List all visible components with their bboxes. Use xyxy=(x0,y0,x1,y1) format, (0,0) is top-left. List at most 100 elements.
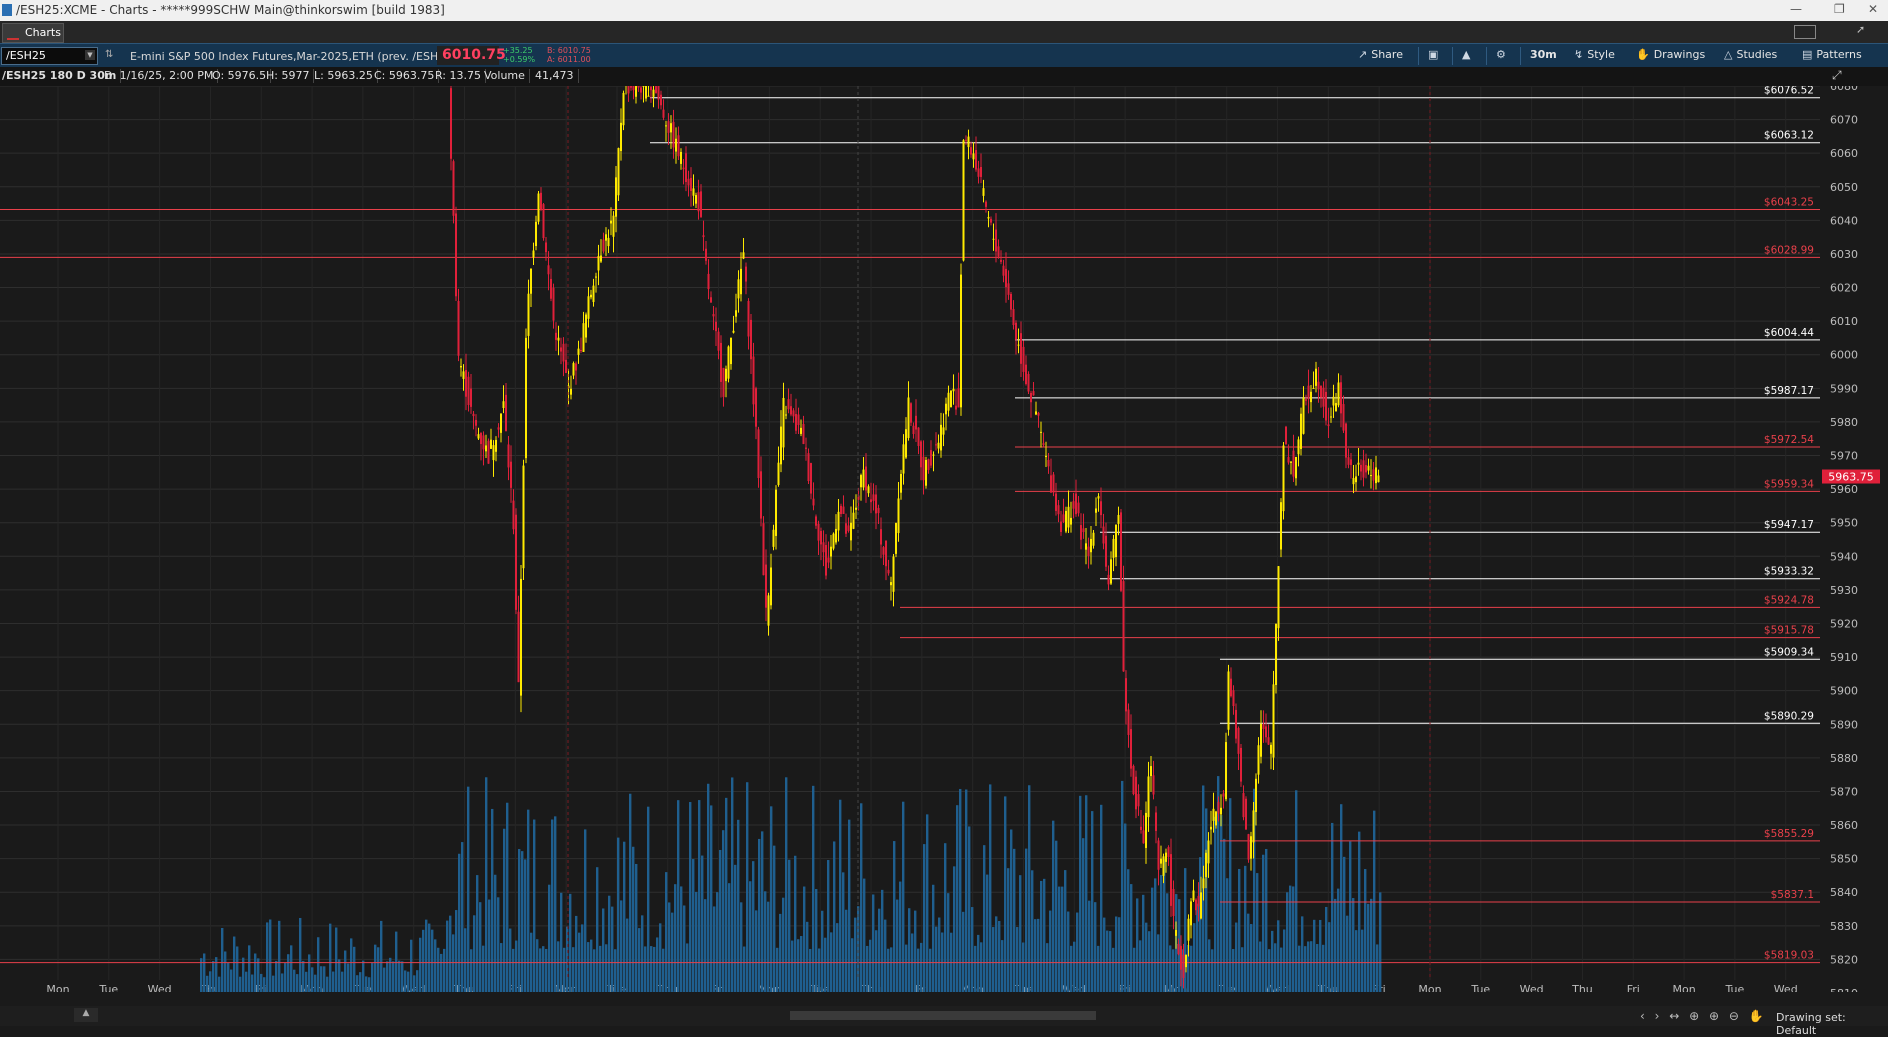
chart-scrollbar[interactable]: ▲ ‹ › ↔ ⊕ ⊕ ⊖ ✋ Drawing set: Default xyxy=(0,1006,1888,1037)
pin-icon[interactable]: ➚ xyxy=(1856,23,1865,36)
candle-body xyxy=(1242,793,1245,818)
volume-bar xyxy=(1262,854,1265,993)
candle-body xyxy=(1355,476,1357,483)
volume-bar xyxy=(428,923,431,993)
candle-body xyxy=(880,529,882,545)
volume-bar xyxy=(1337,888,1340,993)
volume-bar xyxy=(881,889,884,993)
style-button[interactable]: ↯ Style xyxy=(1574,48,1615,64)
collapse-arrow-icon[interactable]: ▲ xyxy=(74,1008,98,1022)
flask-button[interactable]: ▲ xyxy=(1462,48,1474,64)
candle-body xyxy=(892,556,895,592)
patterns-button[interactable]: ▤ Patterns xyxy=(1802,48,1862,64)
candle-body xyxy=(1192,890,1195,901)
candle-body xyxy=(587,296,590,319)
price-level-label: $6043.25 xyxy=(1764,196,1814,208)
maximize-icon[interactable]: ❐ xyxy=(1834,2,1845,16)
volume-bar xyxy=(1190,945,1193,993)
candle-body xyxy=(872,494,875,501)
candle-body xyxy=(1020,333,1022,364)
candle-body xyxy=(1320,385,1322,398)
candle-body xyxy=(1300,413,1302,449)
candle-body xyxy=(592,285,595,303)
volume-bar xyxy=(962,911,965,993)
candle-body xyxy=(982,188,985,196)
chart-canvas[interactable]: 5810 5820 5830 5840 5850 5860 5870 5880 5890 5900… xyxy=(0,62,1888,1000)
symbol-selector[interactable]: /ESH25 ▼ xyxy=(1,47,98,65)
window-layout-icon[interactable] xyxy=(1794,25,1816,39)
studies-button[interactable]: △ Studies xyxy=(1724,48,1777,64)
hand-icon: ✋ xyxy=(1636,48,1650,61)
candle-body xyxy=(895,522,897,554)
volume-bar xyxy=(602,908,605,993)
close-icon[interactable]: ✕ xyxy=(1868,2,1878,16)
volume-bar xyxy=(332,971,335,993)
expand-icon[interactable]: ⤢ xyxy=(1832,68,1842,83)
zoom-controls[interactable]: ‹ › ↔ ⊕ ⊕ ⊖ ✋ xyxy=(1640,1009,1767,1023)
candle-body xyxy=(562,343,565,362)
volume-bar xyxy=(305,971,308,993)
candle-body xyxy=(1265,726,1267,738)
candle-body xyxy=(675,138,677,152)
bar-close: C: 5963.75 xyxy=(374,69,440,83)
share-button[interactable]: ↗ Share xyxy=(1358,48,1403,64)
settings-button[interactable]: ⚙ xyxy=(1496,48,1510,64)
volume-bar xyxy=(494,874,497,993)
volume-bar xyxy=(953,866,956,993)
volume-bar xyxy=(1097,945,1100,993)
divider xyxy=(1486,47,1487,65)
candle-body xyxy=(582,323,585,352)
app-icon xyxy=(2,4,12,16)
tab-charts[interactable]: Charts xyxy=(2,23,64,43)
candle-body xyxy=(1082,528,1085,533)
volume-bar xyxy=(281,973,284,993)
link-icon[interactable]: ⇅ xyxy=(105,49,113,60)
bar-range: R: 13.75 xyxy=(435,69,486,83)
candle-body xyxy=(687,178,690,186)
chevron-down-icon[interactable]: ▼ xyxy=(85,50,95,60)
candle-body xyxy=(1042,443,1045,445)
volume-bar xyxy=(1025,848,1028,993)
x-tick-label: Fri xyxy=(1627,983,1640,992)
scrollbar-thumb[interactable] xyxy=(790,1011,1096,1020)
price-chart[interactable]: 5810 5820 5830 5840 5850 5860 5870 5880 5890 5900… xyxy=(0,62,1888,1000)
volume-bar xyxy=(593,949,596,993)
candle-body xyxy=(1347,457,1350,465)
y-tick-label: 5960 xyxy=(1830,483,1858,496)
candle-body xyxy=(1092,532,1095,546)
candle-body xyxy=(730,337,732,365)
volume-bar xyxy=(908,908,911,993)
candle-body xyxy=(657,85,660,100)
volume-bar xyxy=(782,897,785,993)
candle-body xyxy=(615,177,617,217)
volume-bar xyxy=(971,907,974,993)
candle-body xyxy=(650,86,652,91)
price-level-label: $6063.12 xyxy=(1764,130,1814,142)
timeframe-button[interactable]: 30m xyxy=(1530,48,1557,64)
drawings-button[interactable]: ✋ Drawings xyxy=(1636,48,1705,64)
candle-body xyxy=(1322,387,1325,407)
volume-bar xyxy=(812,785,815,993)
volume-bar xyxy=(377,947,380,993)
candle-body xyxy=(532,250,535,258)
candle-body xyxy=(540,192,542,210)
candle-body xyxy=(1162,856,1165,876)
volume-bar xyxy=(644,946,647,993)
candle-body xyxy=(1317,381,1320,390)
volume-bar xyxy=(584,829,587,993)
candle-body xyxy=(1202,878,1205,889)
volume-bar xyxy=(764,891,767,993)
volume-bar xyxy=(791,940,794,993)
snapshot-button[interactable]: ▣ xyxy=(1428,48,1442,64)
candle-body xyxy=(1055,493,1057,511)
candle-body xyxy=(1255,778,1257,812)
candle-body xyxy=(1150,766,1152,777)
candle-body xyxy=(705,248,707,261)
candle-body xyxy=(575,363,577,371)
volume-bar xyxy=(569,893,572,993)
minimize-icon[interactable]: — xyxy=(1790,2,1802,16)
volume-bar xyxy=(431,929,434,993)
candle-body xyxy=(555,332,557,340)
volume-bar xyxy=(464,928,467,993)
volume-bar xyxy=(800,936,803,993)
